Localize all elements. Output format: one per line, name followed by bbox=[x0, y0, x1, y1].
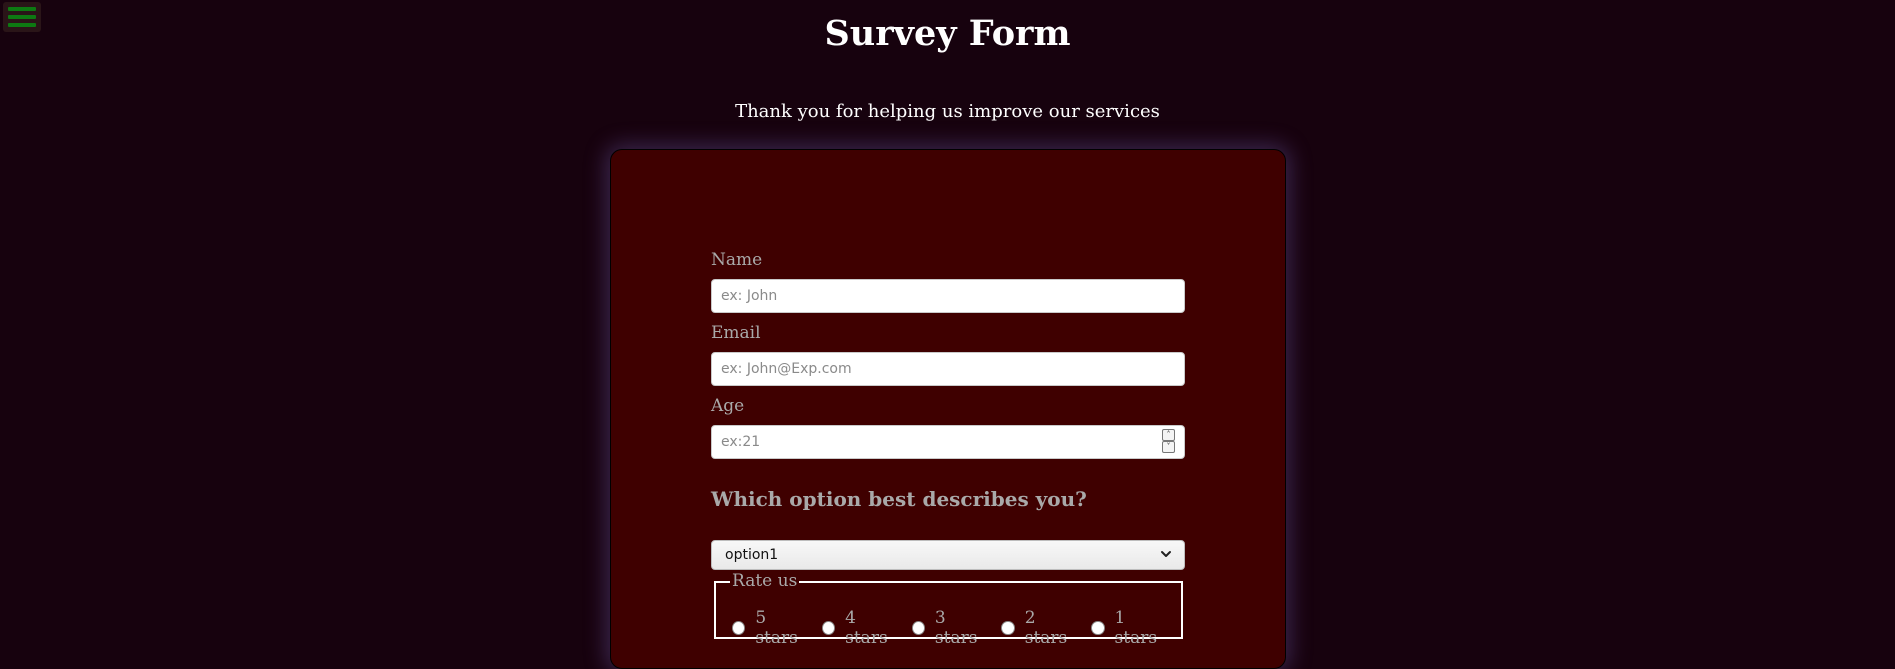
rating-option-label: 2 stars bbox=[1024, 608, 1068, 648]
rating-fieldset: Rate us 5 stars 4 stars 3 stars 2 stars … bbox=[714, 571, 1183, 648]
rating-legend: Rate us bbox=[730, 571, 800, 591]
role-dropdown[interactable]: option1 bbox=[711, 540, 1185, 570]
name-input[interactable] bbox=[711, 279, 1185, 313]
rating-option-1[interactable]: 1 stars bbox=[1091, 608, 1170, 648]
page-title: Survey Form bbox=[824, 13, 1071, 54]
dropdown-selected-value: option1 bbox=[725, 547, 779, 563]
menu-bar bbox=[8, 7, 36, 11]
rating-option-2[interactable]: 2 stars bbox=[1001, 608, 1080, 648]
radio-button[interactable] bbox=[732, 621, 746, 635]
chevron-up-icon[interactable]: ˄ bbox=[1162, 429, 1175, 441]
rating-options: 5 stars 4 stars 3 stars 2 stars 1 stars bbox=[732, 608, 1181, 648]
radio-button[interactable] bbox=[911, 621, 925, 635]
age-stepper[interactable]: ˄ ˅ bbox=[1162, 429, 1175, 453]
rating-option-label: 1 stars bbox=[1114, 608, 1158, 648]
rating-option-5[interactable]: 5 stars bbox=[732, 608, 811, 648]
chevron-down-icon[interactable]: ˅ bbox=[1162, 441, 1175, 453]
page-subtitle: Thank you for helping us improve our ser… bbox=[735, 101, 1160, 122]
role-question: Which option best describes you? bbox=[711, 487, 1087, 511]
radio-button[interactable] bbox=[821, 621, 836, 635]
rating-option-label: 3 stars bbox=[934, 608, 978, 648]
email-label: Email bbox=[711, 323, 761, 343]
rating-option-4[interactable]: 4 stars bbox=[821, 608, 901, 648]
radio-button[interactable] bbox=[1091, 621, 1105, 635]
age-label: Age bbox=[711, 396, 745, 416]
rating-option-label: 5 stars bbox=[755, 608, 798, 648]
chevron-down-icon bbox=[1161, 551, 1171, 557]
name-label: Name bbox=[711, 250, 763, 270]
radio-button[interactable] bbox=[1001, 621, 1015, 635]
rating-option-label: 4 stars bbox=[845, 608, 888, 648]
rating-option-3[interactable]: 3 stars bbox=[911, 608, 991, 648]
email-input[interactable] bbox=[711, 352, 1185, 386]
age-input[interactable] bbox=[711, 425, 1185, 459]
